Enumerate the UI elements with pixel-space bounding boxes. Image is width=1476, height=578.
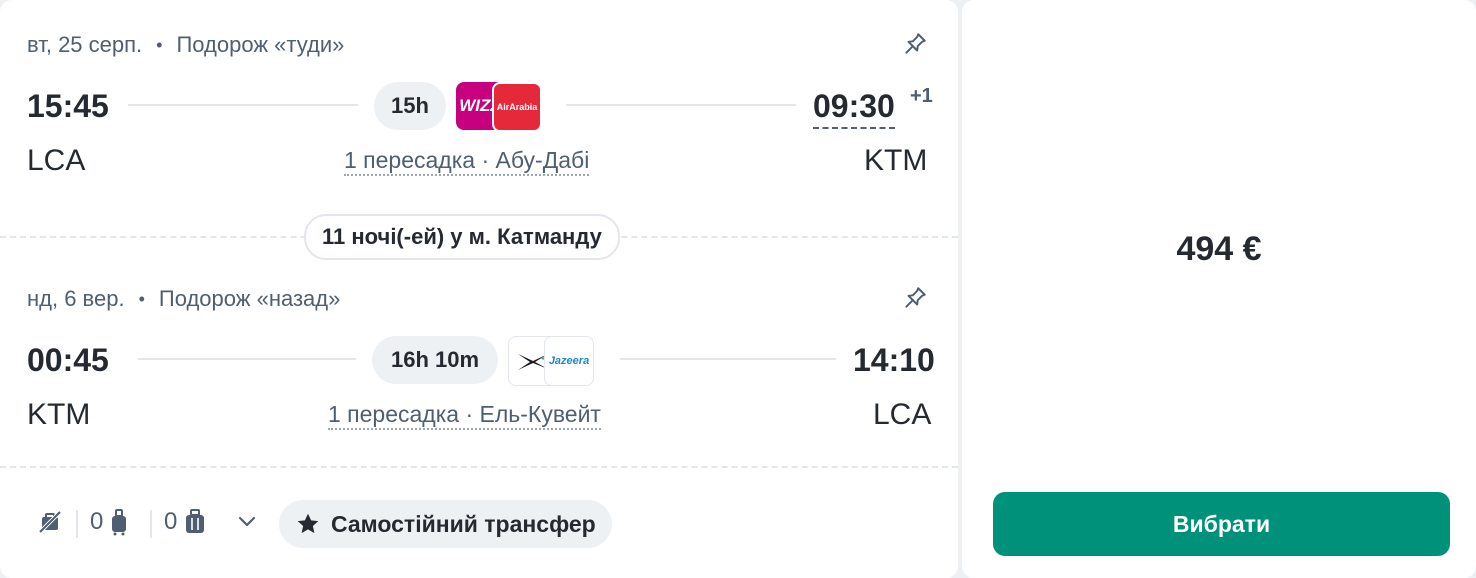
personal-item-indicator[interactable] [36,508,64,536]
outbound-direction: Подорож «туди» [176,32,345,57]
star-icon [297,513,319,534]
inbound-from-code: KTM [27,398,91,431]
stay-duration-badge: 11 ночі(-ей) у м. Катманду [304,214,620,260]
price-panel: 494 € Вибрати [962,0,1476,578]
header-dot-separator: • [138,288,145,309]
outbound-stops-link[interactable]: 1 пересадка · Абу-Дабі [344,146,590,176]
outbound-from-code: LCA [27,144,86,177]
baggage-expand-button[interactable] [236,510,258,532]
pin-icon[interactable] [900,283,930,313]
route-line [566,104,796,106]
outbound-depart-time: 15:45 [27,88,109,124]
inbound-depart-time: 00:45 [27,342,109,378]
cabin-bag-count: 0 [90,508,104,535]
inbound-date: нд, 6 вер. [27,286,125,311]
inbound-header: нд, 6 вер. • Подорож «назад» [27,284,340,314]
select-button[interactable]: Вибрати [993,492,1450,556]
cabin-bag-indicator[interactable]: 0 [90,508,129,536]
outbound-header: вт, 25 серп. • Подорож «туди» [27,30,344,60]
outbound-duration: 15h [374,82,446,130]
chevron-down-icon [238,516,256,527]
transfer-label: Самостійний трансфер [331,510,596,537]
inbound-direction: Подорож «назад» [158,286,341,311]
inbound-duration-label: 16h 10m [390,347,480,372]
jazeera-logo-text: Jazeera [548,355,590,367]
card-footer: 0 0 Самостійний трансфер [0,468,958,578]
jazeera-airways-logo-icon: Jazeera [544,336,594,386]
inbound-stops-link[interactable]: 1 пересадка · Ель-Кувейт [328,400,601,430]
divider [76,510,78,538]
route-line [620,358,836,360]
header-dot-separator: • [156,34,163,55]
inbound-duration: 16h 10m [372,336,498,384]
day-offset-badge: +1 [910,85,933,107]
cabin-bag-icon [112,509,127,536]
price-amount: 494 € [1176,230,1262,268]
stay-label: 11 ночі(-ей) у м. Катманду [322,224,602,249]
outbound-date: вт, 25 серп. [27,32,143,57]
checked-bag-icon [186,509,205,533]
no-personal-item-icon [38,510,62,534]
self-transfer-badge[interactable]: Самостійний трансфер [279,500,612,548]
route-line [128,104,358,106]
inbound-to-code: LCA [873,398,932,431]
outbound-to-code: KTM [864,144,928,177]
route-line [138,358,356,360]
outbound-duration-label: 15h [391,93,429,118]
checked-bag-indicator[interactable]: 0 [164,508,207,536]
itinerary-panel[interactable]: вт, 25 серп. • Подорож «туди» 15:45 15h … [0,0,958,578]
air-arabia-logo-text: AirArabia [496,102,538,112]
divider [150,510,152,538]
checked-bag-count: 0 [164,508,178,535]
outbound-arrive-time[interactable]: 09:30 [813,88,895,129]
air-arabia-logo-icon: AirArabia [492,82,542,132]
pin-icon[interactable] [900,29,930,59]
flight-result-card: вт, 25 серп. • Подорож «туди» 15:45 15h … [0,0,1476,578]
inbound-arrive-time: 14:10 [853,342,935,378]
